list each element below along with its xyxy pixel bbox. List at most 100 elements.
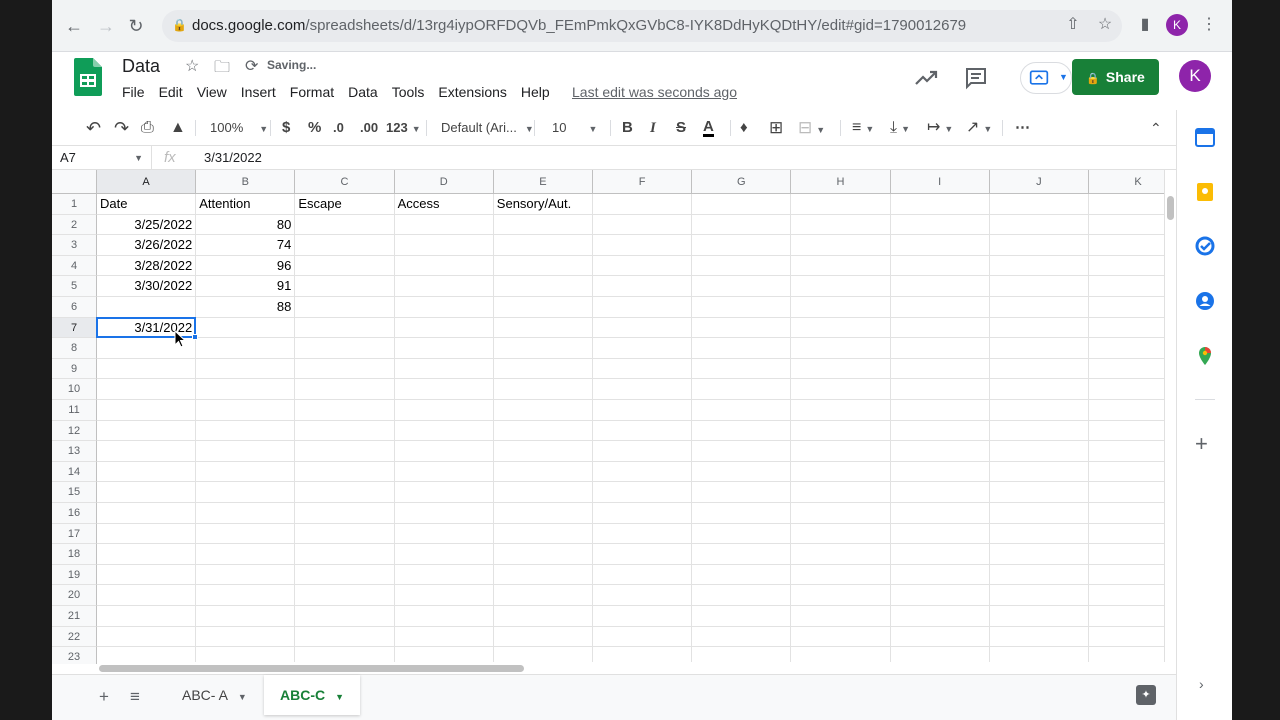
cell-h16[interactable] — [791, 503, 891, 524]
cell-g22[interactable] — [692, 626, 792, 648]
cell-h4[interactable] — [791, 255, 891, 277]
cell-k12[interactable] — [1089, 421, 1164, 442]
cell-i8[interactable] — [890, 338, 990, 359]
cell-g14[interactable] — [692, 461, 792, 483]
zoom-select[interactable]: 100% ▼ — [210, 119, 268, 137]
cell-c5[interactable] — [295, 276, 395, 297]
cell-d6[interactable] — [394, 297, 494, 318]
cell-f14[interactable] — [593, 461, 693, 483]
print-icon[interactable]: ⎙ — [141, 119, 154, 137]
cell-d21[interactable] — [394, 606, 494, 627]
cell-i13[interactable] — [890, 441, 990, 462]
cell-f6[interactable] — [593, 297, 693, 318]
cell-j3[interactable] — [989, 235, 1089, 256]
cell-e16[interactable] — [493, 503, 593, 524]
cell-k22[interactable] — [1089, 627, 1164, 648]
cell-c14[interactable] — [295, 461, 395, 483]
cell-b2[interactable]: 80 — [196, 214, 296, 236]
italic-button[interactable]: I — [650, 119, 656, 137]
back-arrow-icon[interactable]: ← — [62, 14, 86, 38]
horizontal-scroll-thumb[interactable] — [99, 665, 524, 672]
row-header[interactable]: 1 — [52, 194, 97, 215]
cell-b17[interactable] — [196, 523, 296, 545]
cell-f17[interactable] — [593, 523, 693, 545]
cell-h1[interactable] — [791, 194, 891, 215]
cell-d17[interactable] — [394, 523, 494, 545]
cell-d22[interactable] — [394, 626, 494, 648]
row-header[interactable]: 17 — [52, 523, 97, 545]
cell-e22[interactable] — [493, 626, 593, 648]
cell-h6[interactable] — [791, 297, 891, 318]
row-header[interactable]: 18 — [52, 544, 97, 565]
cell-a10[interactable] — [97, 379, 197, 400]
menu-extensions[interactable]: Extensions — [438, 84, 506, 100]
row-header[interactable]: 20 — [52, 585, 97, 606]
cell-c11[interactable] — [295, 400, 395, 421]
redo-icon[interactable]: ↷ — [114, 119, 129, 137]
cell-e17[interactable] — [493, 523, 593, 545]
cell-g7[interactable] — [692, 317, 792, 339]
cell-d19[interactable] — [394, 564, 494, 586]
cell-e3[interactable] — [493, 235, 593, 256]
cell-i14[interactable] — [890, 461, 990, 483]
cell-k9[interactable] — [1089, 359, 1164, 380]
cell-k11[interactable] — [1089, 400, 1164, 421]
cell-c13[interactable] — [295, 441, 395, 462]
cell-c16[interactable] — [295, 503, 395, 524]
cell-k1[interactable] — [1089, 194, 1164, 215]
cell-k15[interactable] — [1089, 482, 1164, 503]
column-header[interactable]: J — [989, 170, 1089, 194]
cell-d3[interactable] — [394, 235, 494, 256]
cell-d12[interactable] — [394, 420, 494, 442]
cell-c15[interactable] — [295, 482, 395, 503]
cell-b5[interactable]: 91 — [196, 276, 296, 297]
cell-f8[interactable] — [593, 338, 693, 359]
cell-j5[interactable] — [989, 276, 1089, 297]
cell-d4[interactable] — [394, 255, 494, 277]
cell-e4[interactable] — [493, 255, 593, 277]
cell-d20[interactable] — [394, 585, 494, 606]
cell-h15[interactable] — [791, 482, 891, 503]
cell-c18[interactable] — [295, 544, 395, 565]
row-header[interactable]: 23 — [52, 647, 97, 664]
expand-panel-icon[interactable]: › — [1199, 676, 1204, 692]
explore-icon[interactable]: ✦ — [1136, 685, 1156, 705]
cell-f19[interactable] — [593, 564, 693, 586]
cell-h2[interactable] — [791, 214, 891, 236]
cell-d5[interactable] — [394, 276, 494, 297]
cell-h12[interactable] — [791, 420, 891, 442]
currency-format-button[interactable]: $ — [282, 119, 290, 137]
formula-input[interactable]: 3/31/2022 — [204, 146, 262, 170]
cell-c6[interactable] — [295, 297, 395, 318]
cell-k10[interactable] — [1089, 379, 1164, 400]
column-header[interactable]: F — [593, 170, 693, 194]
account-avatar[interactable]: K — [1179, 60, 1211, 92]
sheet-tab-abc-c[interactable]: ABC-C ▼ — [264, 675, 361, 715]
menu-data[interactable]: Data — [348, 84, 378, 100]
paint-format-icon[interactable]: ▲ — [170, 119, 186, 137]
cell-d2[interactable] — [394, 214, 494, 236]
cell-i22[interactable] — [890, 626, 990, 648]
cell-d18[interactable] — [394, 544, 494, 565]
cell-c8[interactable] — [295, 338, 395, 359]
cell-i18[interactable] — [890, 544, 990, 565]
cell-d9[interactable] — [394, 358, 494, 380]
cell-j12[interactable] — [989, 420, 1089, 442]
cell-j14[interactable] — [989, 461, 1089, 483]
cell-a22[interactable] — [97, 626, 197, 648]
cell-g11[interactable] — [692, 400, 792, 421]
cell-e10[interactable] — [493, 379, 593, 400]
cell-b8[interactable] — [196, 338, 296, 359]
cell-a11[interactable] — [97, 400, 197, 421]
undo-icon[interactable]: ↶ — [86, 119, 101, 137]
get-addons-icon[interactable]: + — [1195, 431, 1208, 457]
cell-e12[interactable] — [493, 420, 593, 442]
row-header[interactable]: 7 — [52, 317, 97, 339]
row-header[interactable]: 8 — [52, 338, 97, 359]
cell-h19[interactable] — [791, 564, 891, 586]
cell-h22[interactable] — [791, 626, 891, 648]
cell-k17[interactable] — [1089, 524, 1164, 545]
cell-j4[interactable] — [989, 255, 1089, 277]
cell-a20[interactable] — [97, 585, 197, 606]
cell-b19[interactable] — [196, 564, 296, 586]
